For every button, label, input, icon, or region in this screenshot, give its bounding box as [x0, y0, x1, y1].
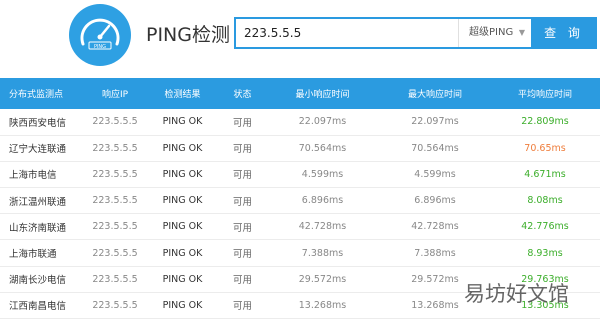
ping-result: PING OK [145, 213, 220, 241]
table-row: 浙江温州联通 223.5.5.5 PING OK 可用 6.896ms 6.89… [0, 187, 600, 215]
monitor-node: 上海市电信 [0, 161, 85, 189]
response-ip: 223.5.5.5 [85, 109, 145, 136]
search-input[interactable] [236, 19, 458, 47]
response-ip: 223.5.5.5 [85, 135, 145, 162]
response-ip: 223.5.5.5 [85, 187, 145, 215]
min-time: 42.728ms [265, 213, 380, 241]
svg-text:PING: PING [94, 44, 106, 50]
max-time: 42.728ms [380, 213, 490, 241]
max-time: 6.896ms [380, 187, 490, 215]
monitor-node: 湖南长沙电信 [0, 266, 85, 293]
avg-time: 42.776ms [490, 213, 600, 241]
max-time: 70.564ms [380, 135, 490, 162]
ping-type-label: 超级PING [469, 27, 514, 38]
avg-time: 70.65ms [490, 135, 600, 162]
search-box: 超级PING ▼ [234, 17, 531, 49]
response-ip: 223.5.5.5 [85, 239, 145, 267]
avg-time: 4.671ms [490, 161, 600, 189]
avg-time: 8.93ms [490, 239, 600, 267]
ping-result: PING OK [145, 109, 220, 136]
status: 可用 [220, 135, 265, 162]
table-row: 上海市电信 223.5.5.5 PING OK 可用 4.599ms 4.599… [0, 161, 600, 189]
max-time: 4.599ms [380, 161, 490, 189]
ping-type-select[interactable]: 超级PING ▼ [458, 19, 531, 47]
table-row: 陕西西安电信 223.5.5.5 PING OK 可用 22.097ms 22.… [0, 109, 600, 136]
min-time: 29.572ms [265, 266, 380, 293]
monitor-node: 山东济南联通 [0, 213, 85, 241]
monitor-node: 辽宁大连联通 [0, 135, 85, 162]
header: PING PING检测 超级PING ▼ 查 询 [0, 0, 600, 78]
column-header: 最小响应时间 [265, 78, 380, 109]
column-header: 检测结果 [145, 78, 220, 109]
monitor-node: 上海市联通 [0, 239, 85, 267]
monitor-node: 江西南昌电信 [0, 292, 85, 320]
column-header: 平均响应时间 [490, 78, 600, 109]
ping-result: PING OK [145, 161, 220, 189]
min-time: 4.599ms [265, 161, 380, 189]
ping-result: PING OK [145, 292, 220, 320]
min-time: 7.388ms [265, 239, 380, 267]
status: 可用 [220, 109, 265, 136]
min-time: 6.896ms [265, 187, 380, 215]
column-header: 分布式监测点 [0, 78, 85, 109]
table-row: 山东济南联通 223.5.5.5 PING OK 可用 42.728ms 42.… [0, 213, 600, 241]
chevron-down-icon: ▼ [518, 28, 525, 37]
table-header-row: 分布式监测点 响应IP 检测结果 状态 最小响应时间 最大响应时间 平均响应时间 [0, 78, 600, 109]
search-button[interactable]: 查 询 [531, 17, 597, 49]
speedometer-icon: PING [69, 4, 131, 66]
status: 可用 [220, 161, 265, 189]
status: 可用 [220, 213, 265, 241]
table-row: 上海市联通 223.5.5.5 PING OK 可用 7.388ms 7.388… [0, 239, 600, 267]
ping-result: PING OK [145, 266, 220, 293]
status: 可用 [220, 187, 265, 215]
ping-result: PING OK [145, 187, 220, 215]
status: 可用 [220, 266, 265, 293]
min-time: 13.268ms [265, 292, 380, 320]
avg-time: 22.809ms [490, 109, 600, 136]
monitor-node: 浙江温州联通 [0, 187, 85, 215]
watermark: 易坊好文馆 [464, 282, 569, 306]
column-header: 状态 [220, 78, 265, 109]
page-title: PING检测 [146, 24, 230, 46]
avg-time: 8.08ms [490, 187, 600, 215]
column-header: 响应IP [85, 78, 145, 109]
ping-result: PING OK [145, 239, 220, 267]
status: 可用 [220, 292, 265, 320]
response-ip: 223.5.5.5 [85, 213, 145, 241]
max-time: 22.097ms [380, 109, 490, 136]
ping-result: PING OK [145, 135, 220, 162]
status: 可用 [220, 239, 265, 267]
response-ip: 223.5.5.5 [85, 266, 145, 293]
response-ip: 223.5.5.5 [85, 161, 145, 189]
monitor-node: 陕西西安电信 [0, 109, 85, 136]
table-row: 辽宁大连联通 223.5.5.5 PING OK 可用 70.564ms 70.… [0, 135, 600, 162]
column-header: 最大响应时间 [380, 78, 490, 109]
response-ip: 223.5.5.5 [85, 292, 145, 320]
max-time: 7.388ms [380, 239, 490, 267]
min-time: 22.097ms [265, 109, 380, 136]
min-time: 70.564ms [265, 135, 380, 162]
